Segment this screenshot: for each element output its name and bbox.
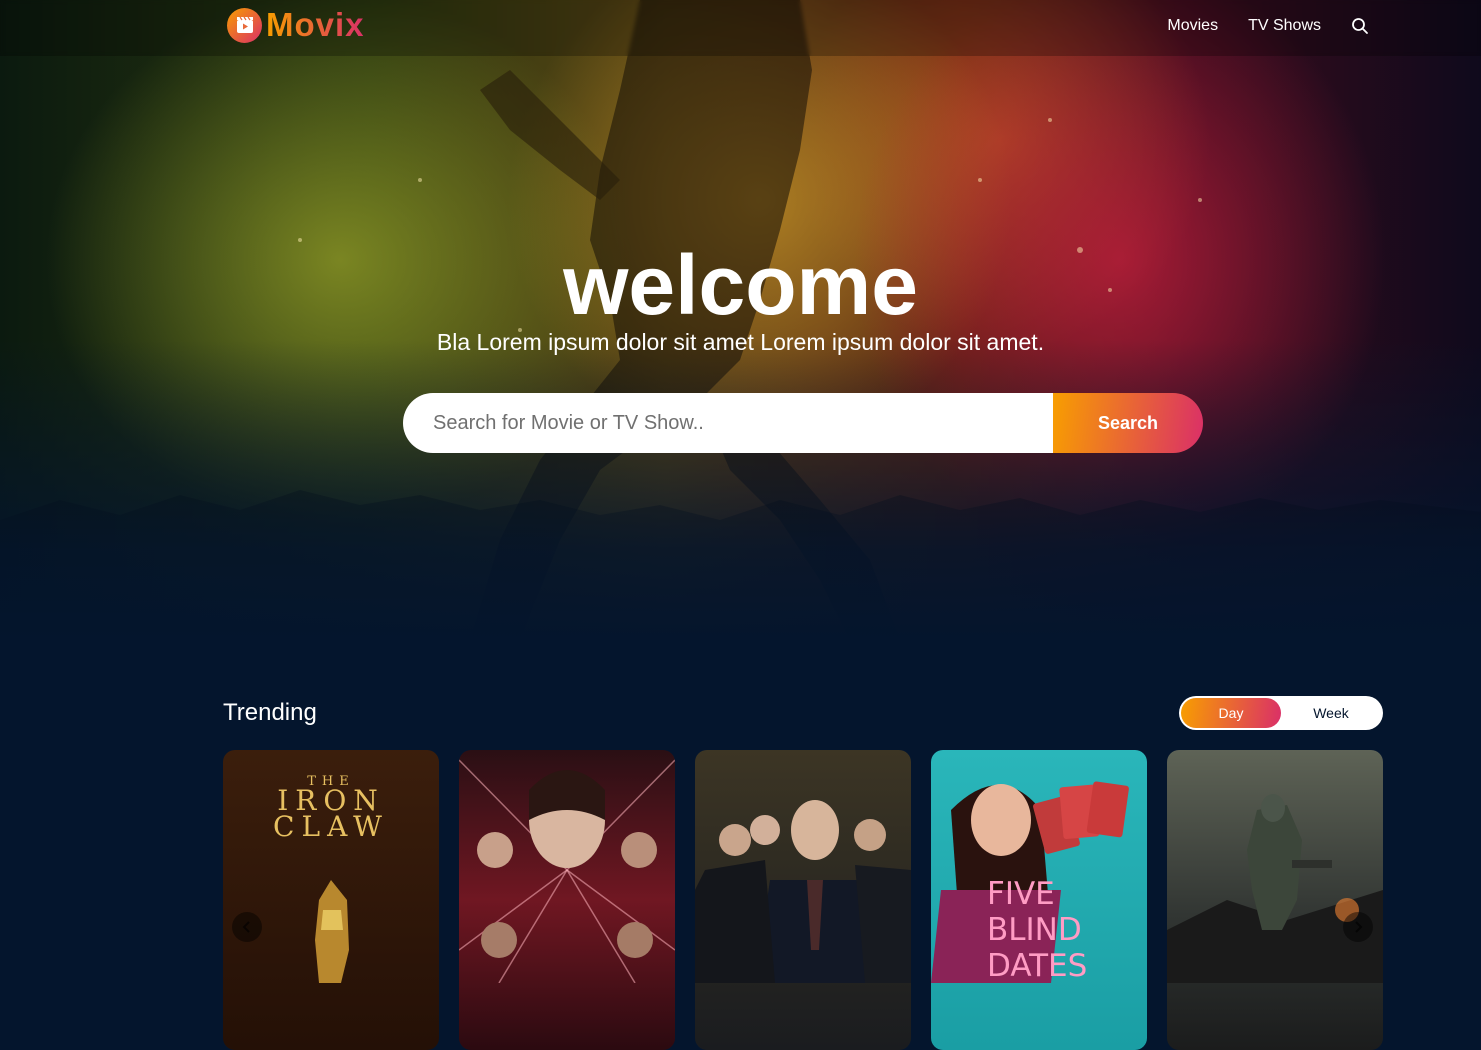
switch-tab-week[interactable]: Week xyxy=(1281,698,1381,728)
nav-item-movies[interactable]: Movies xyxy=(1167,17,1218,35)
hero-title: welcome xyxy=(563,238,918,332)
arrow-right-icon xyxy=(1355,921,1363,933)
hero-fade-overlay xyxy=(0,340,1481,640)
search-bar: Search xyxy=(403,393,1203,453)
movie-card[interactable]: FIVE BLIND DATES xyxy=(931,750,1147,1050)
movie-card[interactable] xyxy=(695,750,911,1050)
trending-carousel: THE IRON CLAW FIVE BLIND DATES xyxy=(223,750,1383,1050)
switch-tab-day[interactable]: Day xyxy=(1181,698,1281,728)
logo[interactable]: Movix xyxy=(227,6,365,43)
top-header: Movix Movies TV Shows xyxy=(0,0,1481,56)
carousel-prev-button[interactable] xyxy=(232,912,262,942)
clapperboard-play-icon xyxy=(227,7,262,43)
day-week-switch: Day Week xyxy=(1179,696,1383,730)
search-input[interactable] xyxy=(403,393,1053,453)
hero-content: welcome Bla Lorem ipsum dolor sit amet L… xyxy=(0,240,1481,354)
carousel-next-button[interactable] xyxy=(1343,912,1373,942)
hero-banner: welcome Bla Lorem ipsum dolor sit amet L… xyxy=(0,0,1481,640)
search-icon[interactable] xyxy=(1351,17,1369,35)
poster-title: IRON CLAW xyxy=(273,784,389,843)
movie-card[interactable]: THE IRON CLAW xyxy=(223,750,439,1050)
poster-title: FIVE BLIND DATES xyxy=(987,876,1088,984)
main-nav: Movies TV Shows xyxy=(1137,0,1369,52)
nav-item-tv-shows[interactable]: TV Shows xyxy=(1248,17,1321,35)
trending-section-title: Trending xyxy=(223,699,317,726)
logo-text: Movix xyxy=(266,6,365,43)
poster-art xyxy=(1167,794,1383,983)
hero-subtitle: Bla Lorem ipsum dolor sit amet Lorem ips… xyxy=(436,329,1045,355)
poster-art xyxy=(459,759,675,983)
movie-card[interactable] xyxy=(1167,750,1383,1050)
search-button[interactable]: Search xyxy=(1053,393,1203,453)
poster-art xyxy=(695,800,911,983)
movie-card[interactable] xyxy=(459,750,675,1050)
arrow-left-icon xyxy=(242,921,250,933)
